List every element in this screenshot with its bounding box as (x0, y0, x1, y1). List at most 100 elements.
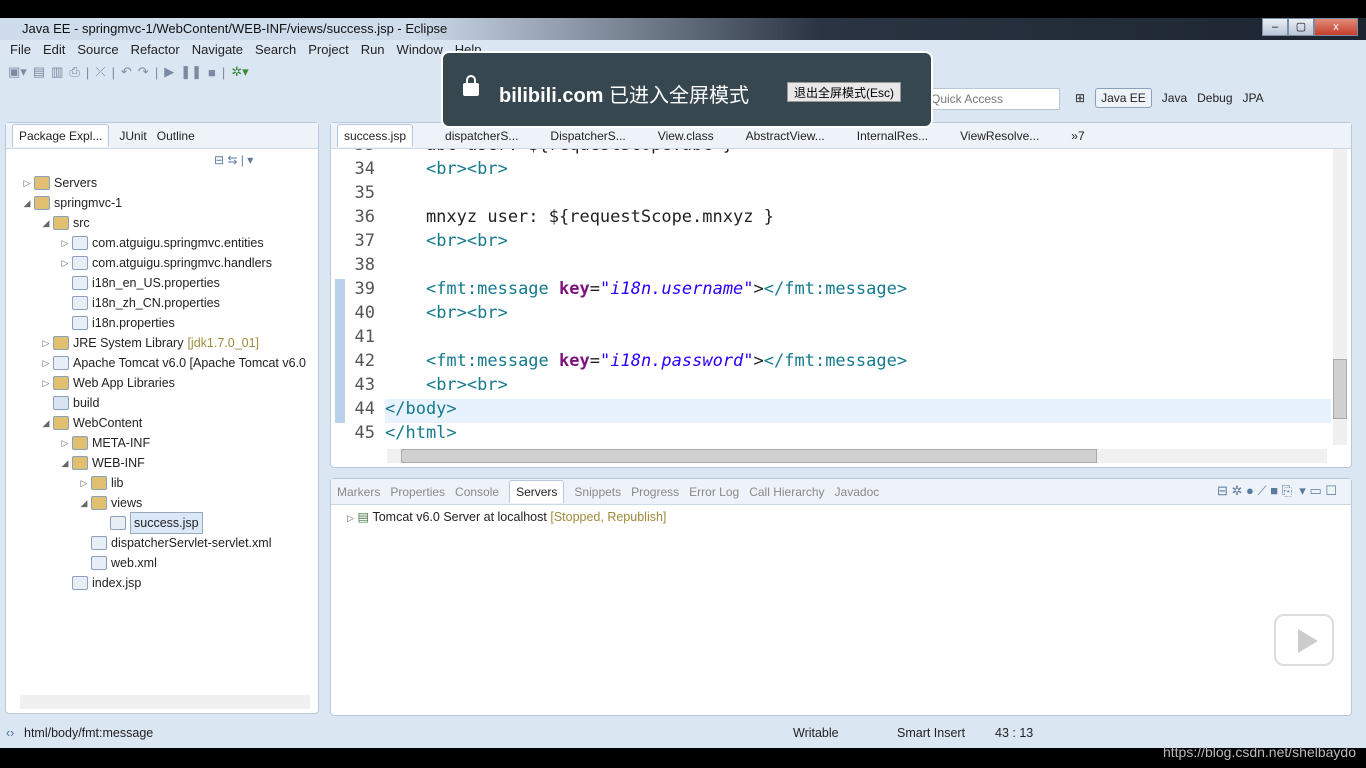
menu-window[interactable]: Window (391, 40, 449, 60)
tree-item[interactable]: ◢ WebContent (6, 413, 306, 433)
package-explorer-panel: Package Expl... JUnit Outline ⊟ ⇆ | ▾ ▷ Ser… (5, 122, 319, 714)
status-path[interactable]: html/body/fmt:message (24, 726, 153, 740)
tree-item[interactable]: ◢ springmvc-1 (6, 193, 306, 213)
undo-icon[interactable]: ↶ (121, 64, 132, 80)
exit-fullscreen-button[interactable]: 退出全屏模式(Esc) (787, 82, 901, 102)
expand-toggle-icon[interactable]: ▷ (39, 353, 53, 373)
tree-item[interactable]: web.xml (6, 553, 306, 573)
expand-toggle-icon[interactable]: ▷ (58, 253, 72, 273)
code-line: </body> (385, 399, 457, 419)
collapse-all-icon[interactable]: ⊟ ⇆ | ▾ (214, 153, 253, 167)
horizontal-scrollbar[interactable] (20, 695, 310, 709)
expand-toggle-icon[interactable]: ▷ (58, 233, 72, 253)
tree-item[interactable]: ◢ WEB-INF (6, 453, 306, 473)
expand-toggle-icon[interactable]: ▷ (58, 433, 72, 453)
perspective-debug[interactable]: Debug (1197, 91, 1232, 105)
save-all-icon[interactable]: ▥ (51, 64, 63, 80)
tree-item[interactable]: ▷ lib (6, 473, 306, 493)
expand-toggle-icon[interactable]: ▷ (39, 333, 53, 353)
close-button[interactable]: x (1314, 18, 1358, 36)
tab-0[interactable]: Package Expl... (12, 124, 110, 147)
tree-item[interactable]: ▷ com.atguigu.springmvc.handlers (6, 253, 306, 273)
code-line: mnxyz user: ${requestScope.mnxyz } (385, 207, 774, 227)
vertical-scrollbar[interactable] (1333, 149, 1347, 445)
window-title: Java EE - springmvc-1/WebContent/WEB-INF… (22, 21, 448, 36)
bottom-tab-snippets[interactable]: Snippets (574, 485, 621, 499)
expand-toggle-icon[interactable]: ◢ (58, 453, 72, 473)
tree-item[interactable]: build (6, 393, 306, 413)
expand-toggle-icon[interactable]: ◢ (20, 193, 34, 213)
bottom-tab-error-log[interactable]: Error Log (689, 485, 739, 499)
expand-toggle-icon[interactable]: ▷ (39, 373, 53, 393)
editor-tab[interactable]: success.jsp (337, 124, 414, 147)
suspend-icon[interactable]: ❚❚ (180, 64, 202, 80)
menu-source[interactable]: Source (71, 40, 124, 60)
tree-item[interactable]: index.jsp (6, 573, 306, 593)
menu-file[interactable]: File (4, 40, 37, 60)
menu-navigate[interactable]: Navigate (186, 40, 249, 60)
tree-item[interactable]: i18n_en_US.properties (6, 273, 306, 293)
tree-item[interactable]: ▷ JRE System Library [jdk1.7.0_01] (6, 333, 306, 353)
perspective-jpa[interactable]: JPA (1243, 91, 1264, 105)
bottom-tab-javadoc[interactable]: Javadoc (835, 485, 880, 499)
editor-tab[interactable]: dispatcherS... (445, 129, 518, 143)
terminate-icon[interactable]: ■ (208, 65, 216, 80)
bottom-tab-servers[interactable]: Servers (509, 480, 565, 503)
expand-toggle-icon[interactable]: ◢ (39, 413, 53, 433)
tree-item[interactable]: ▷ META-INF (6, 433, 306, 453)
tree-item[interactable]: i18n.properties (6, 313, 306, 333)
expand-icon[interactable]: ▷ (347, 513, 354, 523)
toast-message: 已进入全屏模式 (609, 85, 750, 107)
expand-toggle-icon[interactable]: ▷ (20, 173, 34, 193)
editor-tab[interactable]: DispatcherS... (550, 129, 625, 143)
expand-toggle-icon[interactable]: ◢ (77, 493, 91, 513)
tree-item-label: springmvc-1 (54, 196, 123, 210)
bottom-tab-call-hierarchy[interactable]: Call Hierarchy (749, 485, 824, 499)
quick-access-input[interactable]: Quick Access (924, 88, 1060, 110)
bottom-tab-progress[interactable]: Progress (631, 485, 679, 499)
code-editor[interactable]: 33 abc user: ${requestScope.abc } 34 <br>… (331, 149, 1331, 449)
tree-item[interactable]: ◢ views (6, 493, 306, 513)
redo-icon[interactable]: ↷ (138, 64, 149, 80)
debug-icon[interactable]: ✲▾ (231, 64, 248, 80)
expand-toggle-icon[interactable]: ◢ (39, 213, 53, 233)
maximize-button[interactable]: ▢ (1288, 18, 1314, 36)
server-row[interactable]: ▷ ▤ Tomcat v6.0 Server at localhost [Sto… (347, 509, 666, 524)
editor-tab[interactable]: InternalRes... (857, 129, 928, 143)
perspective-java-ee[interactable]: Java EE (1095, 88, 1152, 108)
tree-item[interactable]: ▷ Apache Tomcat v6.0 [Apache Tomcat v6.0 (6, 353, 306, 373)
editor-tab[interactable]: ViewResolve... (960, 129, 1039, 143)
open-perspective-icon[interactable]: ⊞ (1075, 91, 1085, 105)
bottom-tab-console[interactable]: Console (455, 485, 499, 499)
minimize-button[interactable]: – (1262, 18, 1288, 36)
tree-item[interactable]: ◢ src (6, 213, 306, 233)
tree-item[interactable]: ▷ Web App Libraries (6, 373, 306, 393)
tab-1[interactable]: JUnit (119, 129, 146, 143)
menu-project[interactable]: Project (302, 40, 354, 60)
editor-horizontal-scrollbar[interactable] (387, 449, 1327, 463)
menu-run[interactable]: Run (355, 40, 391, 60)
new-icon[interactable]: ▣▾ (8, 64, 27, 80)
print-icon[interactable]: ⎙ (69, 64, 79, 80)
tab-2[interactable]: Outline (157, 129, 195, 143)
resume-icon[interactable]: ▶ (164, 64, 174, 80)
server-actions[interactable]: ⊟ ✲ ● ⟋ ■ ⎘ ▾ ▭ ☐ (1217, 483, 1337, 499)
skip-breakpoints-icon[interactable]: ⤫ (95, 64, 105, 80)
save-icon[interactable]: ▤ (33, 64, 45, 80)
bottom-tab-markers[interactable]: Markers (337, 485, 380, 499)
menu-edit[interactable]: Edit (37, 40, 71, 60)
editor-tab[interactable]: »7 (1071, 129, 1084, 143)
tree-item[interactable]: i18n_zh_CN.properties (6, 293, 306, 313)
editor-tab[interactable]: View.class (658, 129, 714, 143)
tree-item[interactable]: ▷ com.atguigu.springmvc.entities (6, 233, 306, 253)
bottom-tab-properties[interactable]: Properties (390, 485, 445, 499)
tree-item[interactable]: success.jsp (6, 512, 306, 534)
tree-item[interactable]: ▷ Servers (6, 173, 306, 193)
perspective-java[interactable]: Java (1162, 91, 1187, 105)
tree-item[interactable]: dispatcherServlet-servlet.xml (6, 533, 306, 553)
expand-toggle-icon[interactable]: ▷ (77, 473, 91, 493)
play-icon[interactable] (1274, 614, 1334, 666)
menu-refactor[interactable]: Refactor (125, 40, 186, 60)
menu-search[interactable]: Search (249, 40, 302, 60)
editor-tab[interactable]: AbstractView... (746, 129, 825, 143)
